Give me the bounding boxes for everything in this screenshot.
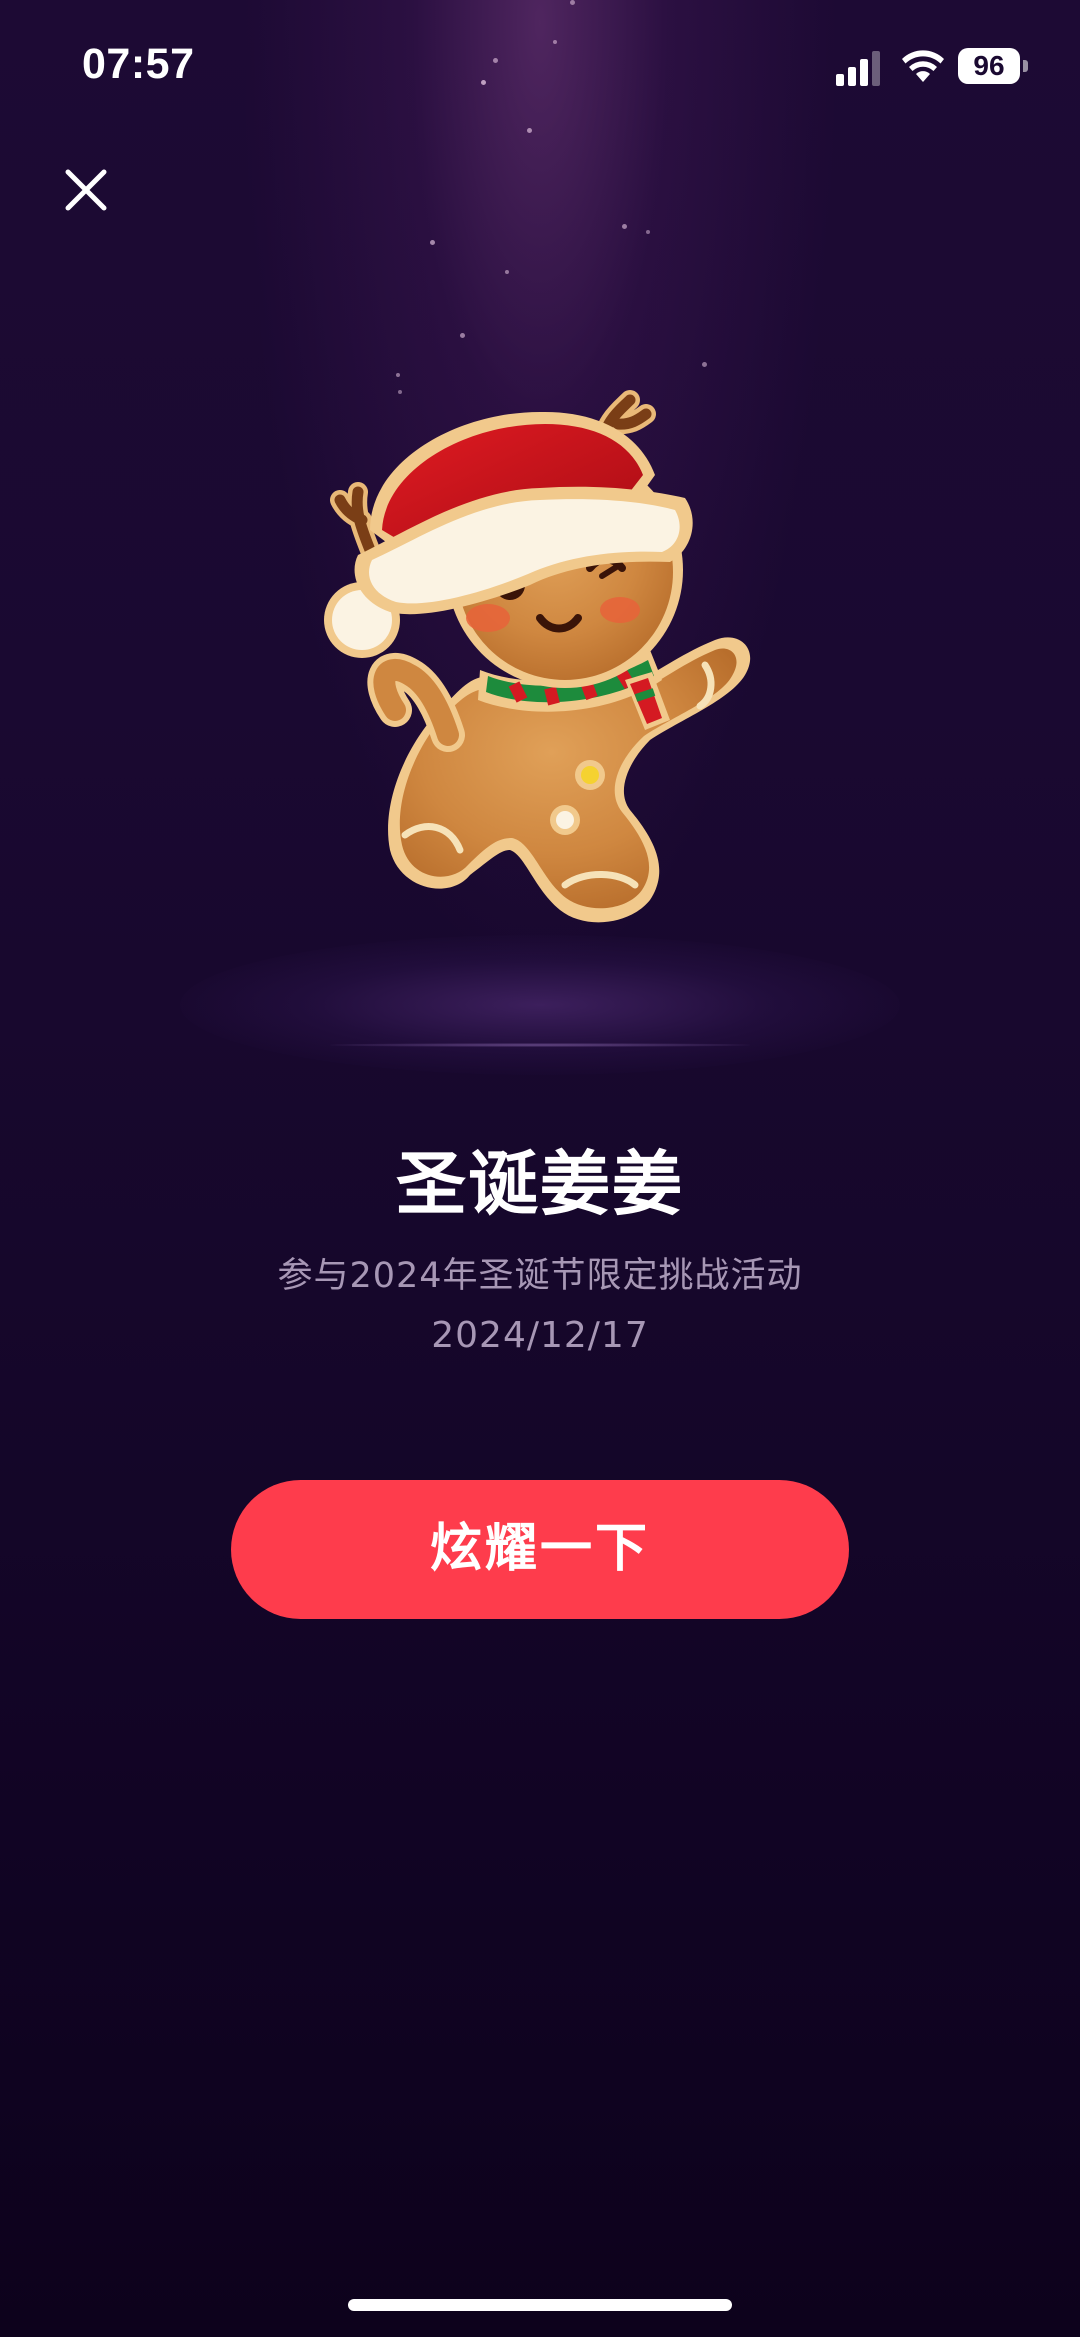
badge-pedestal-glow bbox=[180, 935, 900, 1075]
sparkle bbox=[505, 270, 509, 274]
badge-description: 参与2024年圣诞节限定挑战活动 bbox=[277, 1256, 803, 1296]
status-bar: 07:57 96 bbox=[0, 0, 1080, 140]
badge-date: 2024/12/17 bbox=[431, 1315, 649, 1356]
badge-title: 圣诞姜姜 bbox=[396, 1143, 684, 1225]
badge-pedestal-line bbox=[330, 1043, 750, 1047]
sparkle bbox=[430, 240, 435, 245]
battery-cap bbox=[1023, 60, 1028, 72]
sparkle bbox=[396, 373, 400, 377]
sparkle bbox=[622, 224, 627, 229]
gingerbread-man-icon bbox=[324, 390, 751, 923]
battery-level: 96 bbox=[958, 48, 1020, 84]
sparkle bbox=[646, 230, 650, 234]
show-off-button[interactable]: 炫耀一下 bbox=[231, 1480, 849, 1619]
battery-icon: 96 bbox=[958, 48, 1028, 84]
home-indicator[interactable] bbox=[348, 2299, 732, 2311]
sparkle bbox=[702, 362, 707, 367]
signal-icon bbox=[836, 51, 880, 86]
wifi-icon bbox=[902, 50, 944, 82]
close-icon[interactable] bbox=[56, 160, 116, 220]
status-time: 07:57 bbox=[82, 40, 195, 88]
sparkle bbox=[460, 333, 465, 338]
